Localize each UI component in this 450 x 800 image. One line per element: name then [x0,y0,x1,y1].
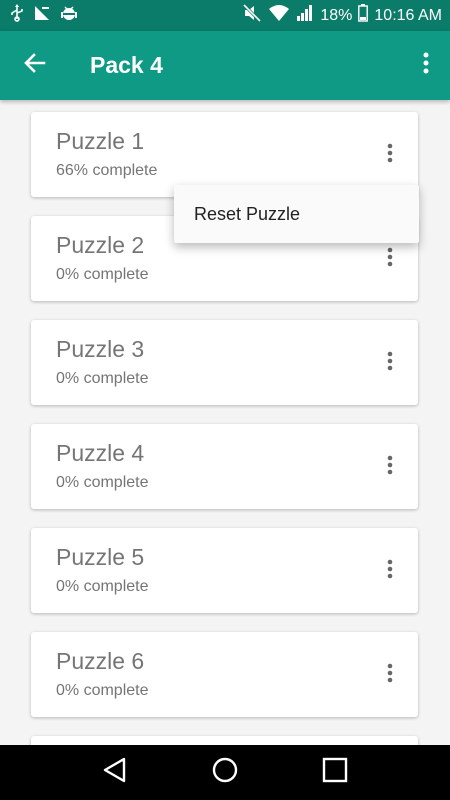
more-vert-icon [423,52,429,79]
overflow-menu-button[interactable] [416,31,436,100]
puzzle-progress: 66% complete [56,162,158,179]
more-vert-icon [387,247,393,272]
page-title: Pack 4 [90,52,163,78]
more-vert-icon [387,559,393,584]
nav-recents-button[interactable] [315,753,355,793]
reset-puzzle-menu-item[interactable]: Reset Puzzle [174,185,419,243]
puzzle-title: Puzzle 5 [56,544,145,570]
puzzle-card[interactable]: Puzzle 4 0% complete [31,424,418,509]
app-bar: Pack 4 [0,31,450,100]
more-vert-icon [387,663,393,688]
back-triangle-icon [102,757,128,788]
puzzle-title: Puzzle 2 [56,232,145,258]
nav-home-button[interactable] [205,753,245,793]
puzzle-progress: 0% complete [56,266,149,283]
puzzle-progress: 0% complete [56,474,149,491]
puzzle-menu-button[interactable] [380,452,400,482]
signal-relay-icon [33,4,51,27]
back-button[interactable] [0,31,70,100]
puzzle-card[interactable]: Puzzle 6 0% complete [31,632,418,717]
puzzle-card-partial[interactable] [31,736,418,745]
puzzle-menu-button[interactable] [380,556,400,586]
mute-icon [242,3,262,27]
more-vert-icon [387,143,393,168]
popup-menu: Reset Puzzle [174,185,419,243]
puzzle-menu-button[interactable] [380,348,400,378]
recents-square-icon [322,757,348,788]
battery-percent: 18% [320,6,353,24]
status-right-icons: 18% 10:16 AM [242,3,442,27]
puzzle-menu-button[interactable] [380,660,400,690]
nav-back-button[interactable] [95,753,135,793]
puzzle-title: Puzzle 6 [56,648,145,674]
puzzle-progress: 0% complete [56,578,149,595]
cell-signal-icon [296,4,314,27]
battery-icon [358,4,369,27]
puzzle-progress: 0% complete [56,370,149,387]
puzzle-title: Puzzle 1 [56,128,145,154]
wifi-icon [268,4,290,27]
puzzle-card[interactable]: Puzzle 5 0% complete [31,528,418,613]
more-vert-icon [387,455,393,480]
usb-icon [10,4,24,27]
home-circle-icon [211,756,239,789]
puzzle-menu-button[interactable] [380,140,400,170]
puzzle-progress: 0% complete [56,682,149,699]
more-vert-icon [387,351,393,376]
clock: 10:16 AM [374,6,442,24]
puzzle-menu-button[interactable] [380,244,400,274]
system-nav-bar [0,745,450,800]
android-debug-icon [60,4,78,27]
status-bar: 18% 10:16 AM [0,0,450,31]
puzzle-title: Puzzle 3 [56,336,145,362]
arrow-back-icon [24,52,46,79]
puzzle-card[interactable]: Puzzle 3 0% complete [31,320,418,405]
status-left-icons [10,4,78,27]
puzzle-title: Puzzle 4 [56,440,145,466]
